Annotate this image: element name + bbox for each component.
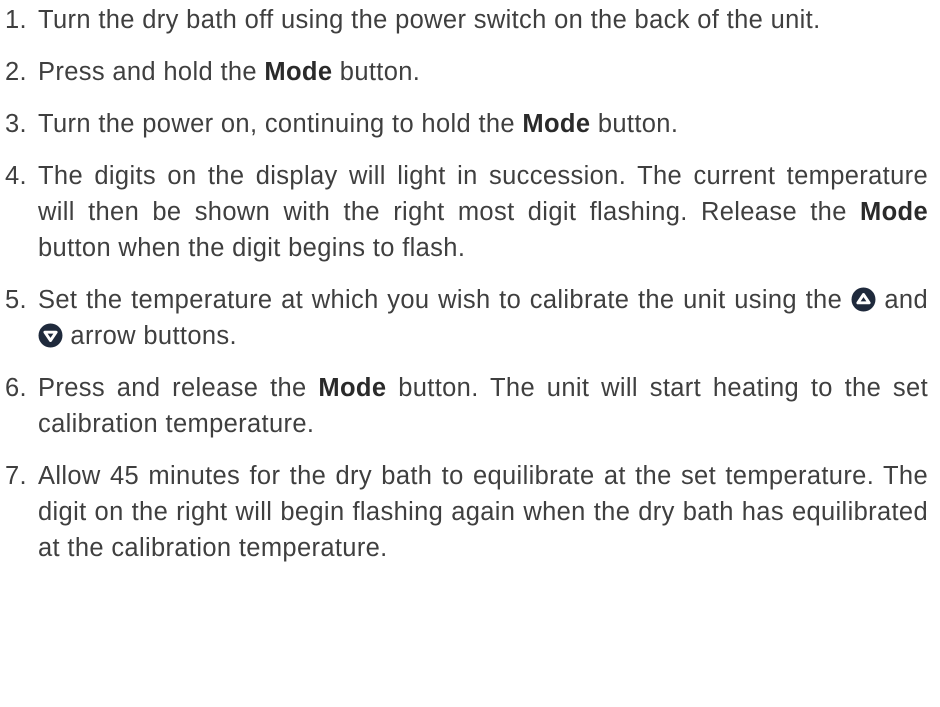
step-number: 6. bbox=[5, 374, 27, 402]
up-arrow-button-icon bbox=[851, 287, 876, 312]
step-number: 2. bbox=[5, 58, 27, 86]
step-number: 7. bbox=[5, 462, 27, 490]
steps-list: 1. Turn the dry bath off using the power… bbox=[0, 2, 928, 566]
step-text-pre: Press and hold the bbox=[38, 58, 265, 86]
instruction-document: 1. Turn the dry bath off using the power… bbox=[0, 0, 940, 707]
mode-button-label: Mode bbox=[264, 58, 333, 86]
step-5: 5. Set the temperature at which you wish… bbox=[0, 282, 928, 354]
step-text-post: button. bbox=[590, 110, 679, 138]
mode-button-label: Mode bbox=[522, 110, 591, 138]
step-1: 1. Turn the dry bath off using the power… bbox=[0, 2, 928, 38]
step-text-pre: Turn the power on, continuing to hold th… bbox=[38, 110, 523, 138]
step-number: 1. bbox=[5, 6, 27, 34]
mode-button-label: Mode bbox=[318, 374, 387, 402]
step-2: 2. Press and hold the Mode button. bbox=[0, 54, 928, 90]
step-text-post: button. bbox=[332, 58, 421, 86]
step-text-pre: Press and release the bbox=[38, 374, 319, 402]
step-text-pre: The digits on the display will light in … bbox=[38, 162, 928, 226]
step-text: Turn the dry bath off using the power sw… bbox=[38, 6, 821, 34]
down-arrow-button-icon bbox=[38, 323, 63, 348]
step-number: 5. bbox=[5, 286, 27, 314]
step-6: 6. Press and release the Mode button. Th… bbox=[0, 370, 928, 442]
step-3: 3. Turn the power on, continuing to hold… bbox=[0, 106, 928, 142]
step-text-mid: and bbox=[875, 286, 928, 314]
step-text-post: arrow buttons. bbox=[63, 322, 237, 350]
step-4: 4. The digits on the display will light … bbox=[0, 158, 928, 266]
step-number: 4. bbox=[5, 162, 27, 190]
step-number: 3. bbox=[5, 110, 27, 138]
step-text-pre: Set the temperature at which you wish to… bbox=[38, 286, 851, 314]
mode-button-label: Mode bbox=[860, 198, 928, 226]
step-text-post: button when the digit begins to flash. bbox=[38, 234, 466, 262]
step-text: Allow 45 minutes for the dry bath to equ… bbox=[38, 462, 928, 562]
step-7: 7. Allow 45 minutes for the dry bath to … bbox=[0, 458, 928, 566]
